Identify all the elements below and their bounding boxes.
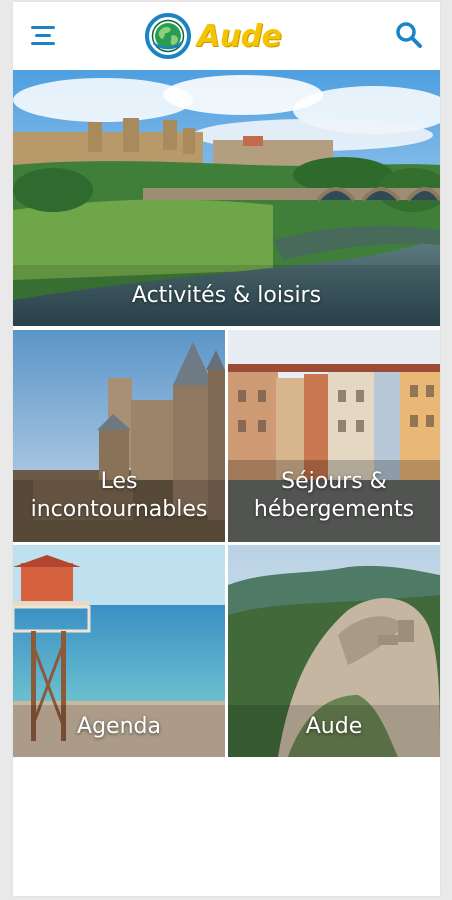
tile-label: Agenda	[77, 714, 161, 739]
tile-label: Activités & loisirs	[131, 283, 322, 308]
app-header: Aude	[13, 2, 440, 68]
tile-les-incontournables[interactable]: Les incontournables	[13, 330, 225, 542]
tile-label-line2: incontournables	[30, 497, 208, 522]
tile-label: Aude	[305, 714, 363, 739]
tile-label-line1: Les	[100, 469, 138, 494]
hamburger-menu-icon[interactable]	[31, 24, 59, 48]
search-icon[interactable]	[394, 20, 424, 50]
tile-label-line1: Séjours &	[281, 469, 387, 494]
app-screen: Aude Activités & loisirs Les incontourna…	[13, 2, 440, 896]
tile-label-line2: hébergements	[253, 497, 415, 522]
globe-logo-icon	[145, 13, 191, 59]
tile-activites-loisirs[interactable]: Activités & loisirs	[13, 70, 440, 326]
tile-sejours-hebergements[interactable]: Séjours & hébergements	[228, 330, 440, 542]
app-logo[interactable]: Aude	[145, 10, 282, 62]
logo-text: Aude	[197, 18, 282, 54]
tile-agenda[interactable]: Agenda	[13, 545, 225, 757]
tile-aude[interactable]: Aude	[228, 545, 440, 757]
